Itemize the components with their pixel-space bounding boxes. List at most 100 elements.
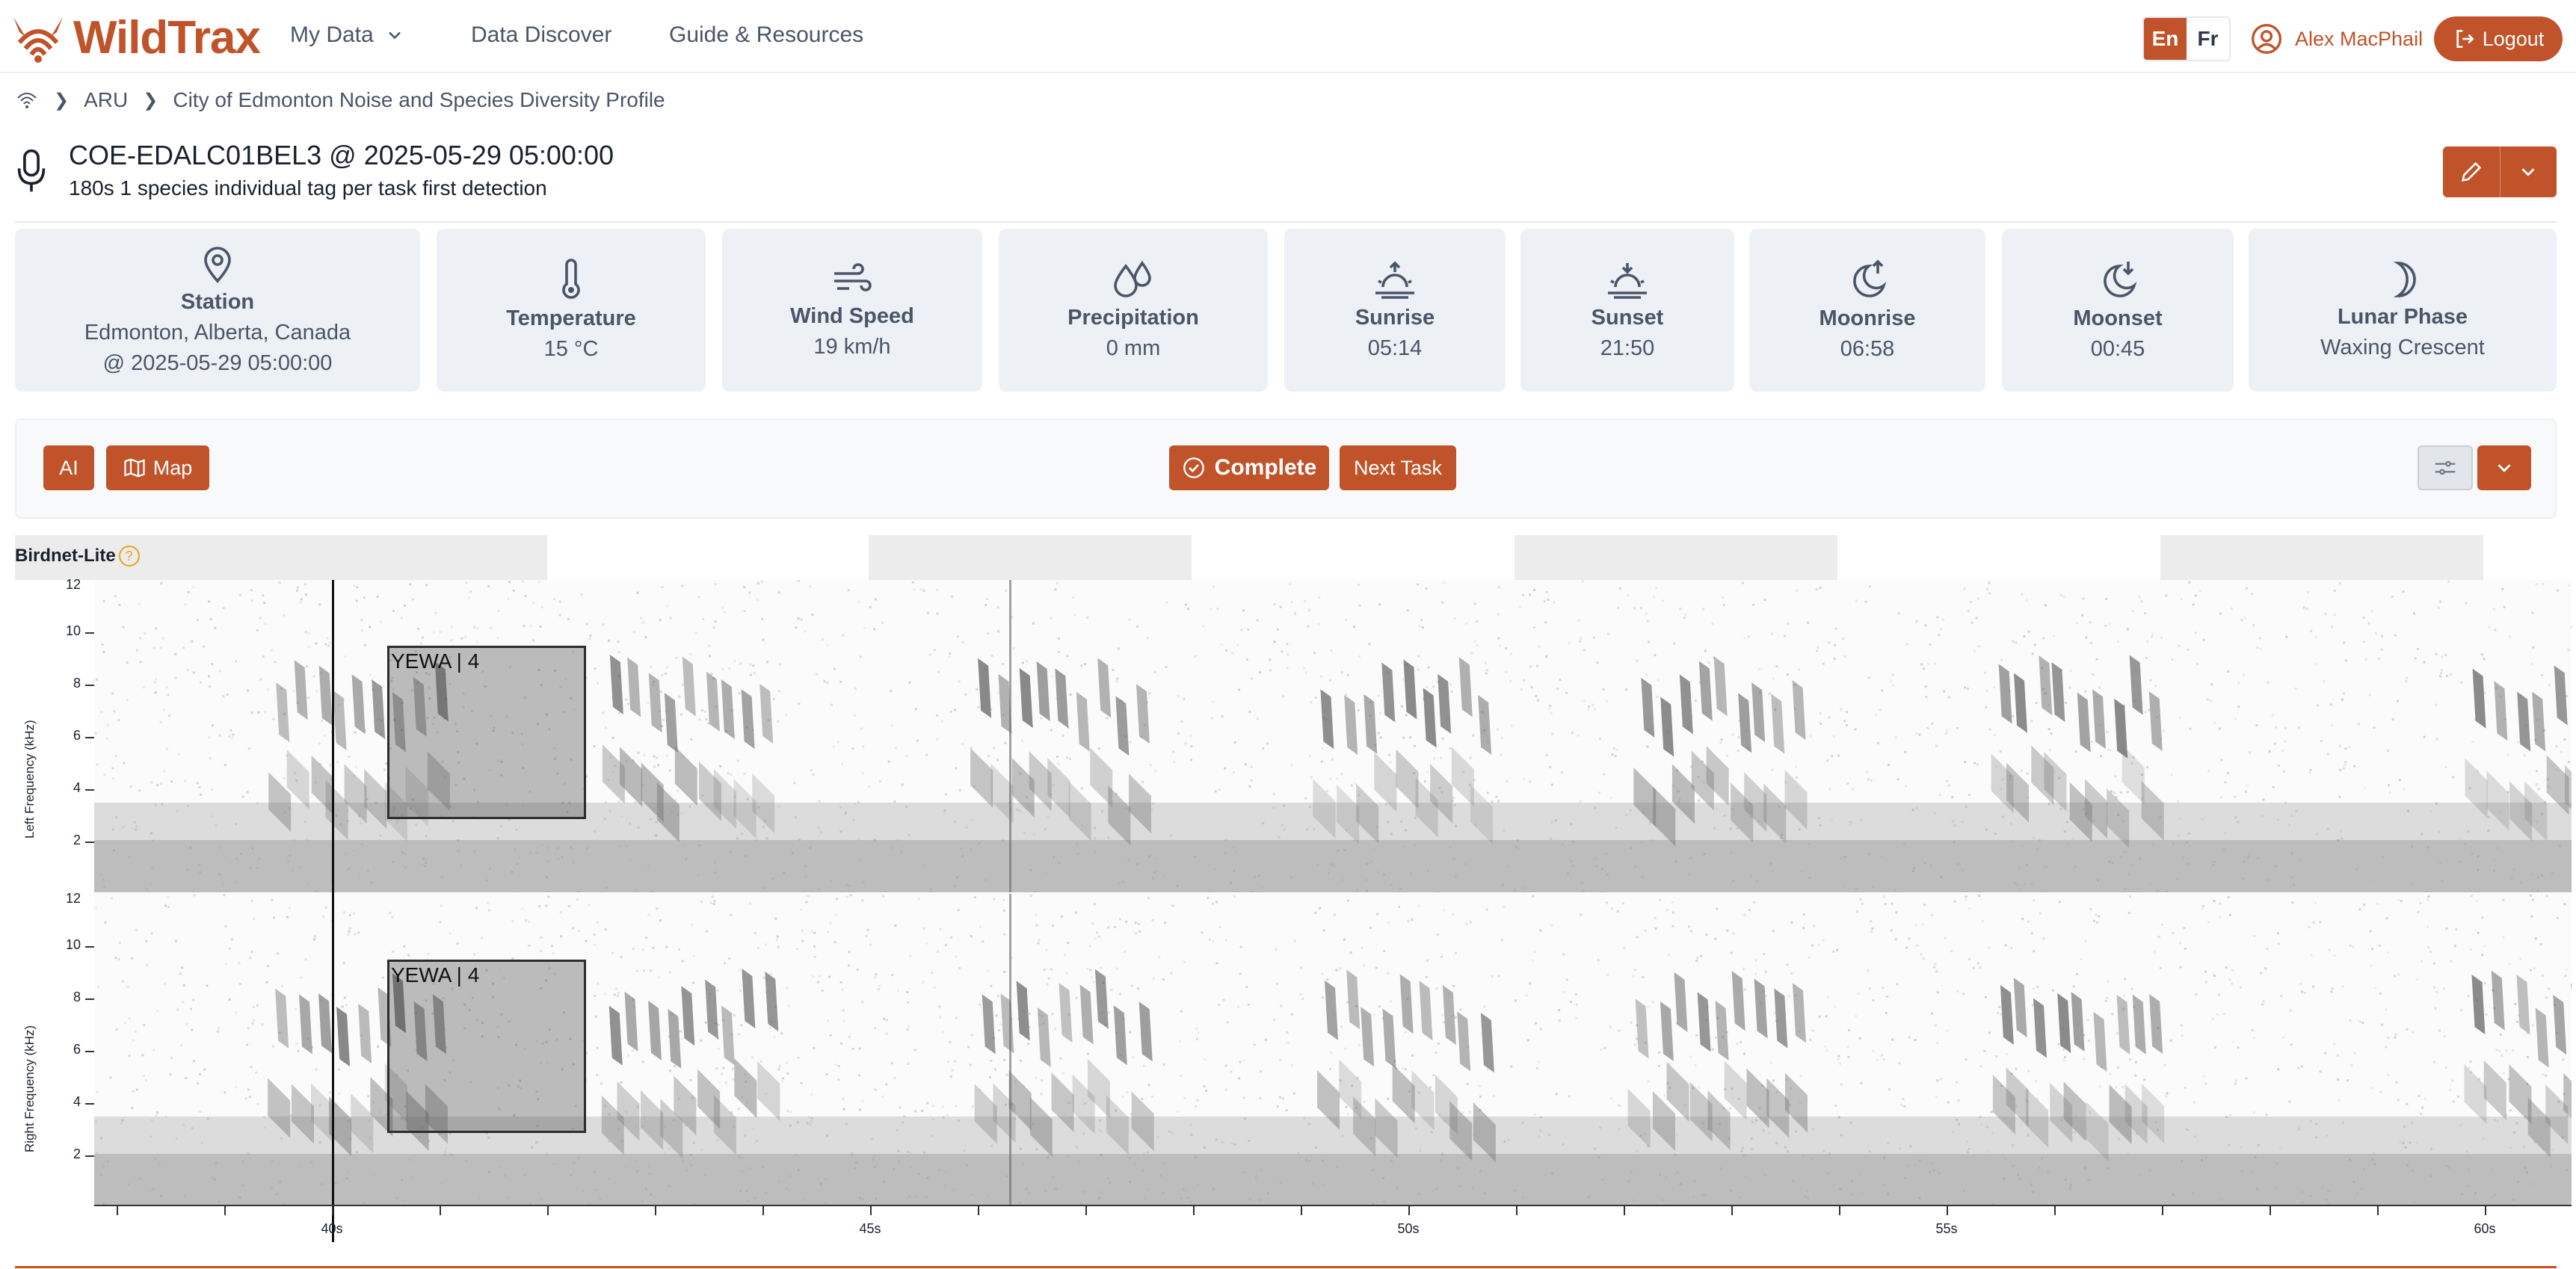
map-button[interactable]: Map	[106, 445, 209, 490]
y-tick-label: 2	[73, 1146, 81, 1161]
x-tick-label: 40s	[321, 1221, 343, 1236]
x-tick-mark	[655, 1205, 656, 1215]
user-circle-icon	[2252, 24, 2281, 54]
birdnet-segment[interactable]	[2160, 535, 2483, 580]
birdnet-segment[interactable]	[869, 535, 1192, 580]
lang-en-button[interactable]: En	[2144, 18, 2187, 60]
toolbar-dropdown-button[interactable]	[2477, 445, 2531, 490]
edit-button-group	[2443, 146, 2557, 197]
left-channel-spectrogram[interactable]: YEWA | 4	[94, 580, 2572, 892]
edit-dropdown-button[interactable]	[2499, 146, 2557, 197]
filter-settings-button[interactable]	[2418, 445, 2473, 490]
wildtrax-logo[interactable]: WildTrax	[9, 9, 261, 66]
y-tick-mark	[85, 737, 94, 738]
user-profile-link[interactable]: Alex MacPhail	[2250, 22, 2423, 55]
nav-guide-resources[interactable]: Guide & Resources	[669, 22, 863, 48]
x-tick-mark	[1947, 1205, 1948, 1215]
x-tick-label: 60s	[2474, 1221, 2496, 1236]
y-tick-mark	[85, 998, 94, 1000]
x-tick-mark	[2485, 1205, 2486, 1215]
y-tick-label: 10	[65, 623, 81, 638]
moonrise-card: Moonrise 06:58	[1749, 229, 1985, 392]
nav-data-discover-label: Data Discover	[471, 22, 612, 47]
x-tick-mark	[2054, 1205, 2056, 1215]
spectrogram-panel: Birdnet-Lite ? Left Frequency (kHz) 12 1…	[15, 535, 2572, 1253]
sliders-icon	[2435, 460, 2456, 475]
moonset-card: Moonset 00:45	[2002, 229, 2234, 392]
y-tick-mark	[85, 1051, 94, 1052]
species-tag-box[interactable]: YEWA | 4	[387, 646, 586, 819]
right-axis-title: Right Frequency (kHz)	[22, 1025, 37, 1152]
next-task-button[interactable]: Next Task	[1340, 445, 1456, 490]
y-tick-mark	[85, 789, 94, 791]
nav-my-data[interactable]: My Data	[290, 22, 405, 48]
y-tick-label: 12	[65, 891, 81, 906]
y-tick-mark	[85, 1155, 94, 1157]
x-tick-mark	[117, 1205, 118, 1215]
wind-speed-card: Wind Speed 19 km/h	[722, 229, 982, 392]
species-tag-box[interactable]: YEWA | 4	[387, 960, 586, 1133]
x-tick-mark	[1624, 1205, 1625, 1215]
x-tick-mark	[2270, 1205, 2271, 1215]
wind-icon	[834, 263, 872, 291]
x-tick-label: 55s	[1935, 1221, 1958, 1236]
y-tick-label: 4	[73, 1094, 81, 1109]
precipitation-title: Precipitation	[1067, 306, 1199, 330]
moonrise-title: Moonrise	[1819, 306, 1916, 330]
station-title: Station	[180, 289, 255, 314]
pencil-icon	[2461, 161, 2481, 182]
breadcrumb: ❯ ARU ❯ City of Edmonton Noise and Speci…	[15, 88, 665, 112]
breadcrumb-project[interactable]: City of Edmonton Noise and Species Diver…	[173, 88, 665, 112]
ai-button-label: AI	[59, 456, 78, 479]
breadcrumb-aru[interactable]: ARU	[84, 88, 128, 112]
y-tick-mark	[85, 1103, 94, 1105]
task-title: COE-EDALC01BEL3 @ 2025-05-29 05:00:00	[69, 140, 614, 170]
droplets-icon	[1114, 260, 1151, 297]
wind-value: 19 km/h	[813, 335, 891, 359]
lang-fr-button[interactable]: Fr	[2187, 18, 2229, 60]
birdnet-segment[interactable]	[1515, 535, 1837, 580]
right-channel-spectrogram[interactable]: YEWA | 4	[94, 894, 2572, 1206]
sunrise-card: Sunrise 05:14	[1284, 229, 1506, 392]
x-tick-mark	[1839, 1205, 1840, 1215]
complete-button[interactable]: Complete	[1169, 445, 1329, 490]
y-tick-label: 6	[73, 728, 81, 743]
map-button-label: Map	[152, 456, 193, 479]
x-tick-mark	[978, 1205, 979, 1215]
chevron-right-icon: ❯	[143, 90, 158, 111]
logout-button[interactable]: Logout	[2434, 16, 2563, 61]
moonset-icon	[2104, 262, 2137, 297]
lunar-phase-card: Lunar Phase Waxing Crescent	[2249, 229, 2557, 392]
y-tick-mark	[85, 946, 94, 948]
playback-cursor[interactable]	[332, 580, 334, 1242]
x-tick-mark	[547, 1205, 549, 1215]
classifier-name: Birdnet-Lite	[15, 546, 116, 566]
x-tick-label: 50s	[1397, 1221, 1420, 1236]
sunrise-value: 05:14	[1367, 336, 1423, 360]
microphone-icon	[17, 149, 46, 192]
nav-data-discover[interactable]: Data Discover	[471, 22, 611, 48]
complete-button-label: Complete	[1214, 455, 1317, 480]
x-tick-mark	[224, 1205, 226, 1215]
task-toolbar: AI Map Complete Next Task	[15, 419, 2557, 519]
x-tick-mark	[1301, 1205, 1302, 1215]
temperature-value: 15 °C	[543, 337, 599, 361]
ai-button[interactable]: AI	[43, 445, 94, 490]
map-icon	[124, 458, 145, 478]
sunset-value: 21:50	[1600, 336, 1655, 360]
aru-antenna-icon[interactable]	[15, 89, 39, 111]
moon-crescent-icon	[2393, 262, 2416, 297]
lunar-phase-value: Waxing Crescent	[2320, 336, 2485, 359]
sunset-title: Sunset	[1591, 306, 1664, 330]
wind-title: Wind Speed	[790, 304, 914, 328]
precipitation-value: 0 mm	[1106, 336, 1161, 360]
user-name: Alex MacPhail	[2295, 27, 2424, 50]
edit-button[interactable]	[2443, 146, 2500, 197]
help-icon[interactable]: ?	[118, 546, 140, 566]
y-tick-mark	[85, 842, 94, 843]
antenna-logo-icon	[13, 17, 63, 63]
x-tick-mark	[1731, 1205, 1733, 1215]
check-circle-icon	[1183, 457, 1204, 478]
y-tick-mark	[85, 685, 94, 686]
y-tick-label: 8	[73, 676, 81, 691]
